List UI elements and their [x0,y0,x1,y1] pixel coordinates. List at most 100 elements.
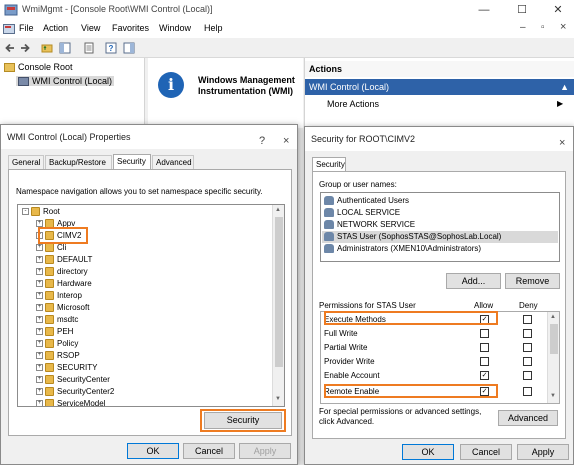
wmi-icon [18,77,29,87]
close-button[interactable]: ✕ [548,2,568,18]
namespace-scrollbar[interactable]: ▲ ▼ [272,205,284,406]
dialog-close-button[interactable]: × [283,129,289,153]
security-button-highlight [200,409,286,432]
menu-window[interactable]: Window [159,23,191,33]
permissions-scrollbar[interactable]: ▲ ▼ [547,312,559,403]
tab-general[interactable]: General [8,155,44,169]
export-list-icon[interactable] [82,41,96,55]
apply-button[interactable]: Apply [517,444,569,460]
tab-advanced[interactable]: Advanced [152,155,194,169]
tab-backup-restore[interactable]: Backup/Restore [45,155,112,169]
namespace-tree[interactable]: - Root + Appv + CIMV2 + Cli + DEFAULT + direct… [17,204,285,407]
more-actions-link[interactable]: More Actions [327,99,379,109]
minimize-button[interactable]: — [474,2,494,18]
cancel-button[interactable]: Cancel [183,443,235,459]
user-item[interactable]: NETWORK SERVICE [324,219,415,231]
inner-minimize-button[interactable]: – [520,22,526,33]
namespace-item[interactable]: + ServiceModel [36,398,105,407]
namespace-item[interactable]: + Interop [36,290,82,302]
deny-checkbox[interactable] [523,387,532,396]
deny-checkbox[interactable] [523,357,532,366]
allow-checkbox[interactable] [480,343,489,352]
namespace-folder-icon [45,399,54,406]
user-item[interactable]: Administrators (XMEN10\Administrators) [324,243,481,255]
user-group-icon [324,196,334,206]
namespace-item[interactable]: + Policy [36,338,78,350]
advanced-button[interactable]: Advanced [498,410,558,426]
namespace-item[interactable]: + DEFAULT [36,254,92,266]
tab-security[interactable]: Security [312,157,346,172]
permission-name: Partial Write [324,343,368,352]
help-icon[interactable]: ? [104,41,118,55]
user-item[interactable]: LOCAL SERVICE [324,207,400,219]
namespace-item[interactable]: + SecurityCenter [36,374,110,386]
user-item-selected[interactable]: STAS User (SophosSTAS@SophosLab.Local) [322,231,558,243]
allow-checkbox[interactable] [480,329,489,338]
show-action-pane-icon[interactable] [122,41,136,55]
menu-favorites[interactable]: Favorites [112,23,149,33]
tree-item-console-root[interactable]: Console Root [4,62,73,73]
app-icon [4,3,18,17]
inner-close-button[interactable]: × [560,21,566,33]
add-button[interactable]: Add... [446,273,501,289]
user-item[interactable]: Authenticated Users [324,195,409,207]
collapse-icon: - [22,208,29,216]
menu-file[interactable]: File [19,23,34,33]
deny-checkbox[interactable] [523,371,532,380]
expand-icon: + [36,256,43,264]
menu-action[interactable]: Action [43,23,68,33]
scroll-down-icon[interactable]: ▼ [550,393,556,399]
apply-button[interactable]: Apply [239,443,291,459]
namespace-item[interactable]: + SecurityCenter2 [36,386,114,398]
expand-icon: + [36,304,43,312]
namespace-item[interactable]: + msdtc [36,314,78,326]
help-button[interactable]: ? [259,129,265,153]
ok-button[interactable]: OK [402,444,454,460]
up-folder-icon[interactable] [40,41,54,55]
tree-item-wmi-control[interactable]: WMI Control (Local) [16,76,115,87]
expand-icon: + [36,244,43,252]
namespace-folder-icon [45,243,54,253]
scroll-thumb[interactable] [275,217,283,367]
maximize-button[interactable]: ☐ [512,2,532,18]
back-arrow-icon[interactable] [3,41,17,55]
tab-security[interactable]: Security [113,154,151,169]
allow-checkbox[interactable]: ✓ [480,371,489,380]
scroll-up-icon[interactable]: ▲ [275,207,281,213]
deny-column-header: Deny [519,301,538,310]
cancel-button[interactable]: Cancel [460,444,512,460]
namespace-item[interactable]: + RSOP [36,350,80,362]
remove-button[interactable]: Remove [505,273,560,289]
permission-name: Enable Account [324,371,380,380]
expand-icon: + [36,388,43,396]
deny-checkbox[interactable] [523,343,532,352]
dialog-title-bar: WMI Control (Local) Properties ? × [1,125,297,149]
scroll-up-icon[interactable]: ▲ [550,314,556,320]
allow-checkbox[interactable] [480,357,489,366]
menu-view[interactable]: View [81,23,100,33]
show-tree-icon[interactable] [58,41,72,55]
namespace-item[interactable]: + Microsoft [36,302,89,314]
namespace-folder-icon [45,339,54,349]
namespace-item[interactable]: + directory [36,266,88,278]
scroll-thumb[interactable] [550,324,558,354]
forward-arrow-icon[interactable] [18,41,32,55]
ok-button[interactable]: OK [127,443,179,459]
actions-item-wmi-control[interactable]: WMI Control (Local) ▲ [305,79,574,95]
namespace-item[interactable]: + PEH [36,326,73,338]
user-list[interactable]: Authenticated Users LOCAL SERVICE NETWOR… [320,192,560,262]
deny-checkbox[interactable] [523,329,532,338]
user-group-icon [324,244,334,254]
namespace-item[interactable]: + SECURITY [36,362,97,374]
inner-restore-button[interactable]: ▫ [541,22,545,33]
dialog-close-button[interactable]: × [559,131,565,155]
namespace-item[interactable]: + Hardware [36,278,92,290]
security-tab-page: Group or user names: Authenticated Users… [312,171,566,439]
scroll-down-icon[interactable]: ▼ [275,396,281,402]
console-icon[interactable] [3,23,15,35]
namespace-item[interactable]: - Root [22,206,60,218]
expand-icon: + [36,400,43,407]
menu-help[interactable]: Help [204,23,223,33]
console-tree: Console Root WMI Control (Local) [0,58,145,128]
deny-checkbox[interactable] [523,315,532,324]
